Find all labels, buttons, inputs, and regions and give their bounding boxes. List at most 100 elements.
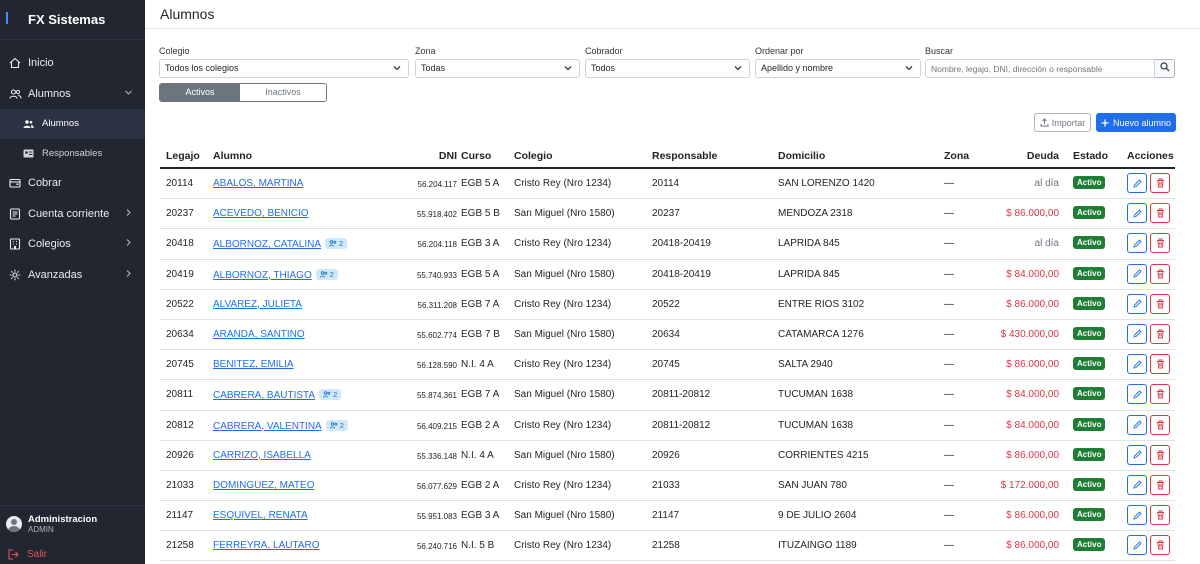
new-student-button[interactable]: Nuevo alumno bbox=[1096, 113, 1176, 132]
table-row[interactable]: 20634 ARANDA, SANTINO 55.602.774 EGB 7 B San… bbox=[160, 320, 1175, 351]
table-row[interactable]: 20419 ALBORNOZ, THIAGO 2 55.740.933 EGB 5 A S… bbox=[160, 260, 1175, 290]
logout-label: Salir bbox=[27, 549, 48, 560]
student-link[interactable]: ESQUIVEL, RENATA bbox=[213, 510, 308, 521]
table-row[interactable]: 21258 FERREYRA, LAUTARO 56.240.716 N.I. 5 B… bbox=[160, 531, 1175, 562]
cell-zona: — bbox=[944, 449, 954, 461]
nav-item-cobrar[interactable]: Cobrar bbox=[0, 168, 145, 199]
orden-select[interactable]: Apellido y nombre bbox=[755, 59, 921, 78]
user-profile[interactable]: Administracion ADMIN bbox=[0, 505, 145, 534]
nav-subitem-responsables[interactable]: Responsables bbox=[0, 139, 145, 169]
col-deuda[interactable]: Deuda bbox=[1027, 150, 1059, 162]
edit-button[interactable] bbox=[1127, 263, 1147, 284]
pencil-icon bbox=[1132, 239, 1142, 248]
delete-button[interactable] bbox=[1150, 444, 1170, 465]
edit-button[interactable] bbox=[1127, 173, 1147, 193]
col-alumno[interactable]: Alumno bbox=[213, 150, 252, 162]
table-row[interactable]: 21033 DOMINGUEZ, MATEO 56.077.629 EGB 2 A Cr… bbox=[160, 471, 1175, 502]
toggle-activos[interactable]: Activos bbox=[160, 84, 240, 101]
nav-item-colegios[interactable]: Colegios bbox=[0, 229, 145, 260]
student-link[interactable]: DOMINGUEZ, MATEO bbox=[213, 480, 314, 491]
col-zona[interactable]: Zona bbox=[944, 150, 969, 162]
student-link[interactable]: FERREYRA, LAUTARO bbox=[213, 540, 320, 551]
edit-button[interactable] bbox=[1127, 474, 1147, 495]
table-header: Legajo Alumno DNI Curso Colegio Responsa… bbox=[160, 142, 1175, 169]
delete-button[interactable] bbox=[1150, 535, 1170, 556]
delete-button[interactable] bbox=[1150, 293, 1170, 314]
edit-button[interactable] bbox=[1127, 505, 1147, 526]
student-link[interactable]: ABALOS, MARTINA bbox=[213, 178, 303, 189]
table-row[interactable]: 20522 ALVAREZ, JULIETA 56.311.208 EGB 7 A Cr… bbox=[160, 290, 1175, 320]
cobrador-select[interactable]: Todos bbox=[585, 59, 750, 78]
siblings-badge[interactable]: 2 bbox=[325, 419, 348, 431]
col-dni[interactable]: DNI bbox=[439, 150, 457, 162]
table-row[interactable]: 20926 CARRIZO, ISABELLA 55.336.148 N.I. 4 A… bbox=[160, 441, 1175, 471]
edit-button[interactable] bbox=[1127, 414, 1147, 435]
delete-button[interactable] bbox=[1150, 384, 1170, 405]
edit-button[interactable] bbox=[1127, 203, 1147, 224]
table-row[interactable]: 21147 ESQUIVEL, RENATA 55.951.083 EGB 3 A Sa… bbox=[160, 501, 1175, 532]
siblings-badge[interactable]: 2 bbox=[315, 268, 338, 280]
cell-alumno: ALVAREZ, JULIETA bbox=[213, 299, 302, 310]
col-curso[interactable]: Curso bbox=[461, 150, 491, 162]
student-link[interactable]: ALBORNOZ, THIAGO bbox=[213, 270, 312, 281]
table-row[interactable]: 20237 ACEVEDO, BENICIO 55.918.402 EGB 5 B Sa… bbox=[160, 199, 1175, 230]
header-divider bbox=[145, 28, 1200, 29]
cell-acciones bbox=[1127, 323, 1173, 344]
search-button[interactable] bbox=[1155, 59, 1175, 78]
table-row[interactable]: 20745 BENITEZ, EMILIA 56.128.590 N.I. 4 A Cr… bbox=[160, 350, 1175, 381]
delete-button[interactable] bbox=[1150, 233, 1170, 254]
edit-button[interactable] bbox=[1127, 293, 1147, 314]
siblings-badge[interactable]: 2 bbox=[319, 389, 342, 401]
nav-subitem-alumnos[interactable]: Alumnos bbox=[0, 109, 145, 139]
cell-colegio: San Miguel (Nro 1580) bbox=[514, 449, 615, 461]
student-link[interactable]: BENITEZ, EMILIA bbox=[213, 359, 294, 370]
col-responsable[interactable]: Responsable bbox=[652, 150, 717, 162]
table-row[interactable]: 20811 CABRERA, BAUTISTA 2 55.874.361 EGB 7 A… bbox=[160, 380, 1175, 411]
delete-button[interactable] bbox=[1150, 474, 1170, 495]
table-row[interactable]: 20812 CABRERA, VALENTINA 2 56.409.215 EGB 2 … bbox=[160, 411, 1175, 441]
zona-select[interactable]: Todas bbox=[415, 59, 580, 78]
edit-button[interactable] bbox=[1127, 384, 1147, 405]
siblings-badge[interactable]: 2 bbox=[324, 238, 348, 250]
student-link[interactable]: ALVAREZ, JULIETA bbox=[213, 299, 302, 310]
student-link[interactable]: CABRERA, VALENTINA bbox=[213, 421, 322, 432]
nav-item-cuenta-corriente[interactable]: Cuenta corriente bbox=[0, 199, 145, 230]
student-link[interactable]: ALBORNOZ, CATALINA bbox=[213, 239, 321, 250]
student-link[interactable]: CABRERA, BAUTISTA bbox=[213, 390, 315, 401]
app-name: FX Sistemas bbox=[28, 12, 106, 27]
student-link[interactable]: ACEVEDO, BENICIO bbox=[213, 208, 309, 219]
delete-button[interactable] bbox=[1150, 414, 1170, 435]
col-estado[interactable]: Estado bbox=[1073, 150, 1108, 162]
col-legajo[interactable]: Legajo bbox=[166, 150, 200, 162]
cell-domicilio: SAN LORENZO 1420 bbox=[778, 178, 875, 189]
edit-button[interactable] bbox=[1127, 233, 1147, 254]
delete-button[interactable] bbox=[1150, 323, 1170, 344]
delete-button[interactable] bbox=[1150, 173, 1170, 193]
student-link[interactable]: CARRIZO, ISABELLA bbox=[213, 450, 311, 461]
col-domicilio[interactable]: Domicilio bbox=[778, 150, 825, 162]
edit-button[interactable] bbox=[1127, 354, 1147, 375]
toggle-inactivos[interactable]: Inactivos bbox=[240, 84, 326, 101]
delete-button[interactable] bbox=[1150, 263, 1170, 284]
brand-mark-icon bbox=[6, 12, 8, 24]
cell-dni: 55.740.933 bbox=[416, 270, 457, 280]
main-content: Alumnos Colegio Todos los colegios Zona … bbox=[145, 0, 1200, 564]
table-row[interactable]: 20418 ALBORNOZ, CATALINA 2 56.204.118 EGB 3 … bbox=[160, 229, 1175, 260]
delete-button[interactable] bbox=[1150, 505, 1170, 526]
edit-button[interactable] bbox=[1127, 535, 1147, 556]
col-colegio[interactable]: Colegio bbox=[514, 150, 553, 162]
nav-item-avanzadas[interactable]: Avanzadas bbox=[0, 260, 145, 291]
student-link[interactable]: ARANDA, SANTINO bbox=[213, 329, 305, 340]
edit-button[interactable] bbox=[1127, 323, 1147, 344]
nav-item-alumnos[interactable]: Alumnos bbox=[0, 79, 145, 110]
delete-button[interactable] bbox=[1150, 203, 1170, 224]
import-button[interactable]: Importar bbox=[1034, 113, 1091, 132]
colegio-select[interactable]: Todos los colegios bbox=[159, 59, 409, 78]
edit-button[interactable] bbox=[1127, 444, 1147, 465]
nav-item-inicio[interactable]: Inicio bbox=[0, 48, 145, 79]
cell-alumno: ALBORNOZ, THIAGO 2 bbox=[213, 268, 338, 281]
table-row[interactable]: 20114 ABALOS, MARTINA 56.204.117 EGB 5 A Cri… bbox=[160, 169, 1175, 200]
delete-button[interactable] bbox=[1150, 354, 1170, 375]
logout-button[interactable]: Salir bbox=[8, 549, 47, 560]
search-input[interactable] bbox=[925, 59, 1155, 78]
